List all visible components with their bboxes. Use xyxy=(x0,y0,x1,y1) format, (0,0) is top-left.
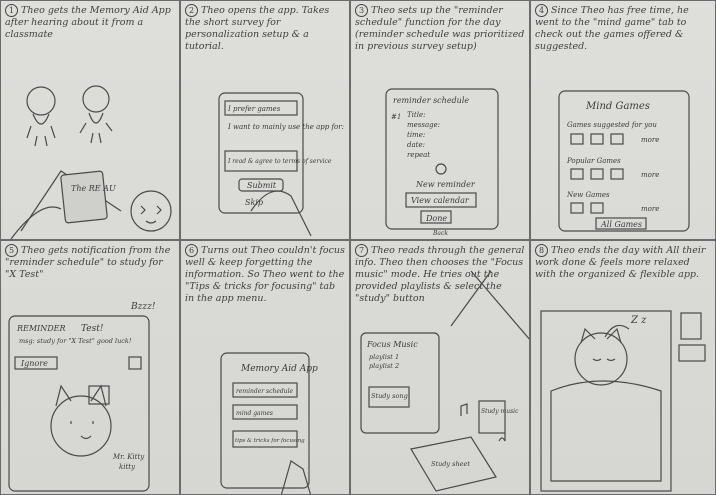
menu-item-tips: tips & tricks for focusing xyxy=(235,438,305,444)
study-sheet-label: Study sheet xyxy=(431,460,470,468)
bed-sketch xyxy=(540,310,672,492)
new-games-label: New Games xyxy=(566,191,610,199)
panel-4: 4 Since Theo has free time, he went to th… xyxy=(530,0,716,240)
back-label: Back xyxy=(432,230,448,237)
game-thumb xyxy=(610,133,624,145)
snore-text: Z z xyxy=(630,315,647,326)
message-field: message: xyxy=(407,121,440,129)
blanket xyxy=(550,380,662,482)
all-games-label: All Games xyxy=(600,220,642,229)
focus-music-header: Focus Music xyxy=(366,340,418,349)
reminder-body: msg: study for "X Test" good luck! xyxy=(19,337,132,345)
popular-label: Popular Games xyxy=(566,157,621,165)
app-title: Memory Aid App xyxy=(240,364,318,374)
lamp-sketch xyxy=(680,312,702,340)
classmate-head xyxy=(26,86,56,116)
storyboard-sheet: 1 Theo gets the Memory Aid App after hear… xyxy=(0,0,716,495)
terms-line: I read & agree to terms of service xyxy=(227,158,332,165)
panel-3: 3 Theo sets up the "reminder schedule" fu… xyxy=(350,0,530,240)
lamp-sketch xyxy=(450,270,529,340)
playlist-1: playlist 1 xyxy=(369,353,399,361)
done-label: Done xyxy=(425,214,447,223)
suggested-label: Games suggested for you xyxy=(567,121,657,129)
phone-sketch xyxy=(60,170,108,224)
app-icon-face xyxy=(140,205,162,224)
survey-line-2: I want to mainly use the app for: xyxy=(227,123,344,131)
reminder-item-number: #1 xyxy=(391,113,401,121)
mind-games-header: Mind Games xyxy=(585,101,650,112)
game-thumb xyxy=(610,168,624,180)
panel-8-sketch: Z z xyxy=(540,310,706,492)
panel-8: 8 Theo ends the day with All their work d… xyxy=(530,240,716,495)
panel-1-sketch: The RE AU xyxy=(10,85,172,239)
more-link: more xyxy=(641,171,659,179)
add-icon xyxy=(435,163,447,175)
repeat-field: repeat xyxy=(407,151,430,159)
panel-2: 2 Theo opens the app. Takes the short sur… xyxy=(180,0,350,240)
more-link: more xyxy=(641,205,659,213)
classmate-body xyxy=(26,113,56,147)
sticky-note xyxy=(478,400,506,434)
game-thumb xyxy=(590,202,604,214)
panel-7: 7 Theo reads through the general info. Th… xyxy=(350,240,530,495)
panel-4-sketch: Mind Games Games suggested for you more … xyxy=(558,90,690,232)
phone-text: The RE AU xyxy=(71,184,116,193)
time-field: time: xyxy=(407,131,425,139)
survey-line-1: I prefer games xyxy=(227,105,281,113)
panel-6: 6 Turns out Theo couldn't focus well & ke… xyxy=(180,240,350,495)
new-reminder-label: New reminder xyxy=(415,180,476,189)
game-thumb xyxy=(590,168,604,180)
panel-5: 5 Theo gets notification from the "remind… xyxy=(0,240,180,495)
finger-sketch xyxy=(280,460,312,494)
sleep-cap xyxy=(604,324,630,338)
reminder-header: reminder schedule xyxy=(393,96,469,105)
view-calendar-label: View calendar xyxy=(411,196,470,205)
study-song-label: Study song xyxy=(371,392,408,400)
game-thumb xyxy=(570,202,584,214)
menu-item-reminder: reminder schedule xyxy=(236,388,294,395)
title-field: Title: xyxy=(407,111,425,119)
bzz-text: Bzzz! xyxy=(130,302,156,312)
mr-kitty-label: Mr. Kitty xyxy=(112,453,145,461)
submit-label: Submit xyxy=(247,181,277,190)
game-thumb xyxy=(570,168,584,180)
cat-head xyxy=(50,395,112,457)
alarm-icon xyxy=(128,356,142,370)
sleeping-eyes xyxy=(592,358,616,362)
panel-5-sketch: REMINDER Test! msg: study for "X Test" g… xyxy=(8,302,156,492)
panel-7-sketch: Focus Music playlist 1 playlist 2 Study … xyxy=(360,270,529,492)
panel-6-sketch: Memory Aid App reminder schedule mind ga… xyxy=(220,352,318,494)
kitty-label: kitty xyxy=(119,463,136,471)
panel-1: 1 Theo gets the Memory Aid App after hear… xyxy=(0,0,180,240)
date-field: date: xyxy=(407,141,425,149)
theo-head xyxy=(82,85,110,113)
cat-face xyxy=(70,421,94,440)
cat-ears xyxy=(580,327,622,344)
test-label: Test! xyxy=(81,324,104,334)
playlist-2: playlist 2 xyxy=(369,362,399,370)
more-link: more xyxy=(641,136,659,144)
study-music-note: Study music xyxy=(481,408,519,415)
panel-2-sketch: I prefer games I want to mainly use the … xyxy=(218,92,344,237)
game-thumb xyxy=(570,133,584,145)
reminder-title: REMINDER xyxy=(16,324,66,333)
game-thumb xyxy=(590,133,604,145)
hand-sketch xyxy=(10,206,62,239)
phone-frame xyxy=(385,88,499,230)
panel-3-sketch: reminder schedule #1 Title: message: tim… xyxy=(385,88,499,237)
ignore-label: Ignore xyxy=(20,359,48,368)
theo-body xyxy=(79,112,113,144)
app-icon-sketch xyxy=(130,190,172,232)
nightstand xyxy=(678,344,706,362)
menu-item-mind-games: mind games xyxy=(236,410,273,417)
